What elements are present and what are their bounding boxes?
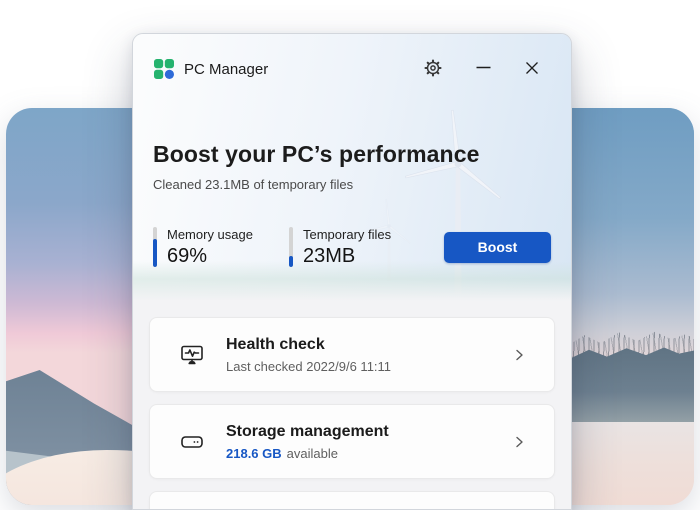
health-check-card[interactable]: Health check Last checked 2022/9/6 11:11 bbox=[149, 317, 555, 392]
storage-available-value: 218.6 GB bbox=[226, 445, 282, 461]
pc-manager-window: PC Manager Boost your PC’s performance C… bbox=[132, 33, 572, 510]
storage-management-card[interactable]: Storage management 218.6 GB available bbox=[149, 404, 555, 479]
memory-usage-bar bbox=[153, 227, 157, 267]
titlebar: PC Manager bbox=[153, 55, 551, 83]
health-check-icon bbox=[178, 341, 206, 369]
temporary-files-label: Temporary files bbox=[303, 227, 392, 242]
health-check-title: Health check bbox=[226, 335, 325, 353]
hero-section: PC Manager Boost your PC’s performance C… bbox=[133, 34, 571, 301]
partial-card[interactable] bbox=[149, 491, 555, 509]
app-title: PC Manager bbox=[184, 60, 269, 78]
cards-section: Health check Last checked 2022/9/6 11:11 bbox=[133, 301, 571, 509]
storage-icon bbox=[178, 428, 206, 456]
minimize-button[interactable] bbox=[473, 57, 494, 81]
gear-icon bbox=[423, 58, 443, 81]
page-title: Boost your PC’s performance bbox=[153, 141, 480, 167]
page-background: PC Manager Boost your PC’s performance C… bbox=[0, 0, 700, 510]
chevron-right-icon bbox=[512, 348, 534, 362]
memory-usage-stat: Memory usage 69% bbox=[153, 225, 289, 269]
pc-manager-logo-icon bbox=[153, 58, 175, 80]
minimize-icon bbox=[475, 59, 492, 79]
storage-available-suffix: available bbox=[286, 445, 338, 461]
storage-available-subtitle: 218.6 GB available bbox=[226, 445, 389, 462]
close-icon bbox=[524, 60, 540, 79]
health-check-subtitle: Last checked 2022/9/6 11:11 bbox=[226, 358, 392, 374]
temporary-files-stat: Temporary files 23MB bbox=[289, 225, 425, 269]
temporary-files-value: 23MB bbox=[303, 245, 356, 267]
temporary-files-bar bbox=[289, 227, 293, 267]
settings-button[interactable] bbox=[421, 56, 445, 83]
close-button[interactable] bbox=[522, 58, 542, 81]
cleaned-status-text: Cleaned 23.1MB of temporary files bbox=[153, 177, 354, 192]
boost-button[interactable]: Boost bbox=[444, 231, 551, 263]
memory-usage-label: Memory usage bbox=[167, 227, 253, 242]
memory-usage-value: 69% bbox=[167, 245, 208, 267]
storage-management-title: Storage management bbox=[226, 422, 389, 440]
chevron-right-icon bbox=[512, 435, 534, 449]
titlebar-actions bbox=[421, 56, 551, 83]
stats-row: Memory usage 69% Temporary files 23MB Bo… bbox=[153, 225, 551, 269]
